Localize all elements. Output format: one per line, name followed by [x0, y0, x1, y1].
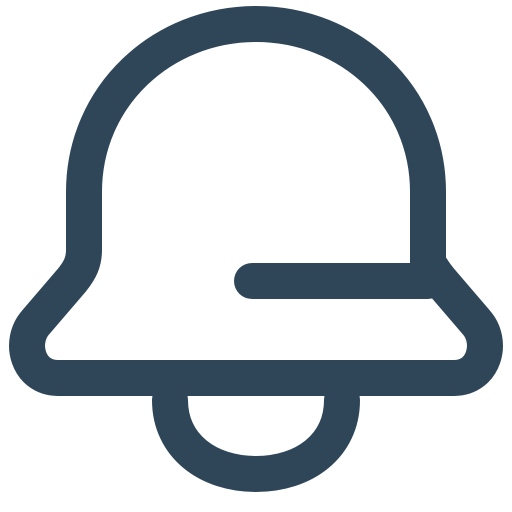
icon-canvas	[0, 0, 512, 512]
bell-clapper	[152, 382, 360, 492]
bell-icon	[9, 6, 503, 492]
bell-body	[9, 6, 503, 396]
bell-icon-strokes	[9, 6, 503, 492]
